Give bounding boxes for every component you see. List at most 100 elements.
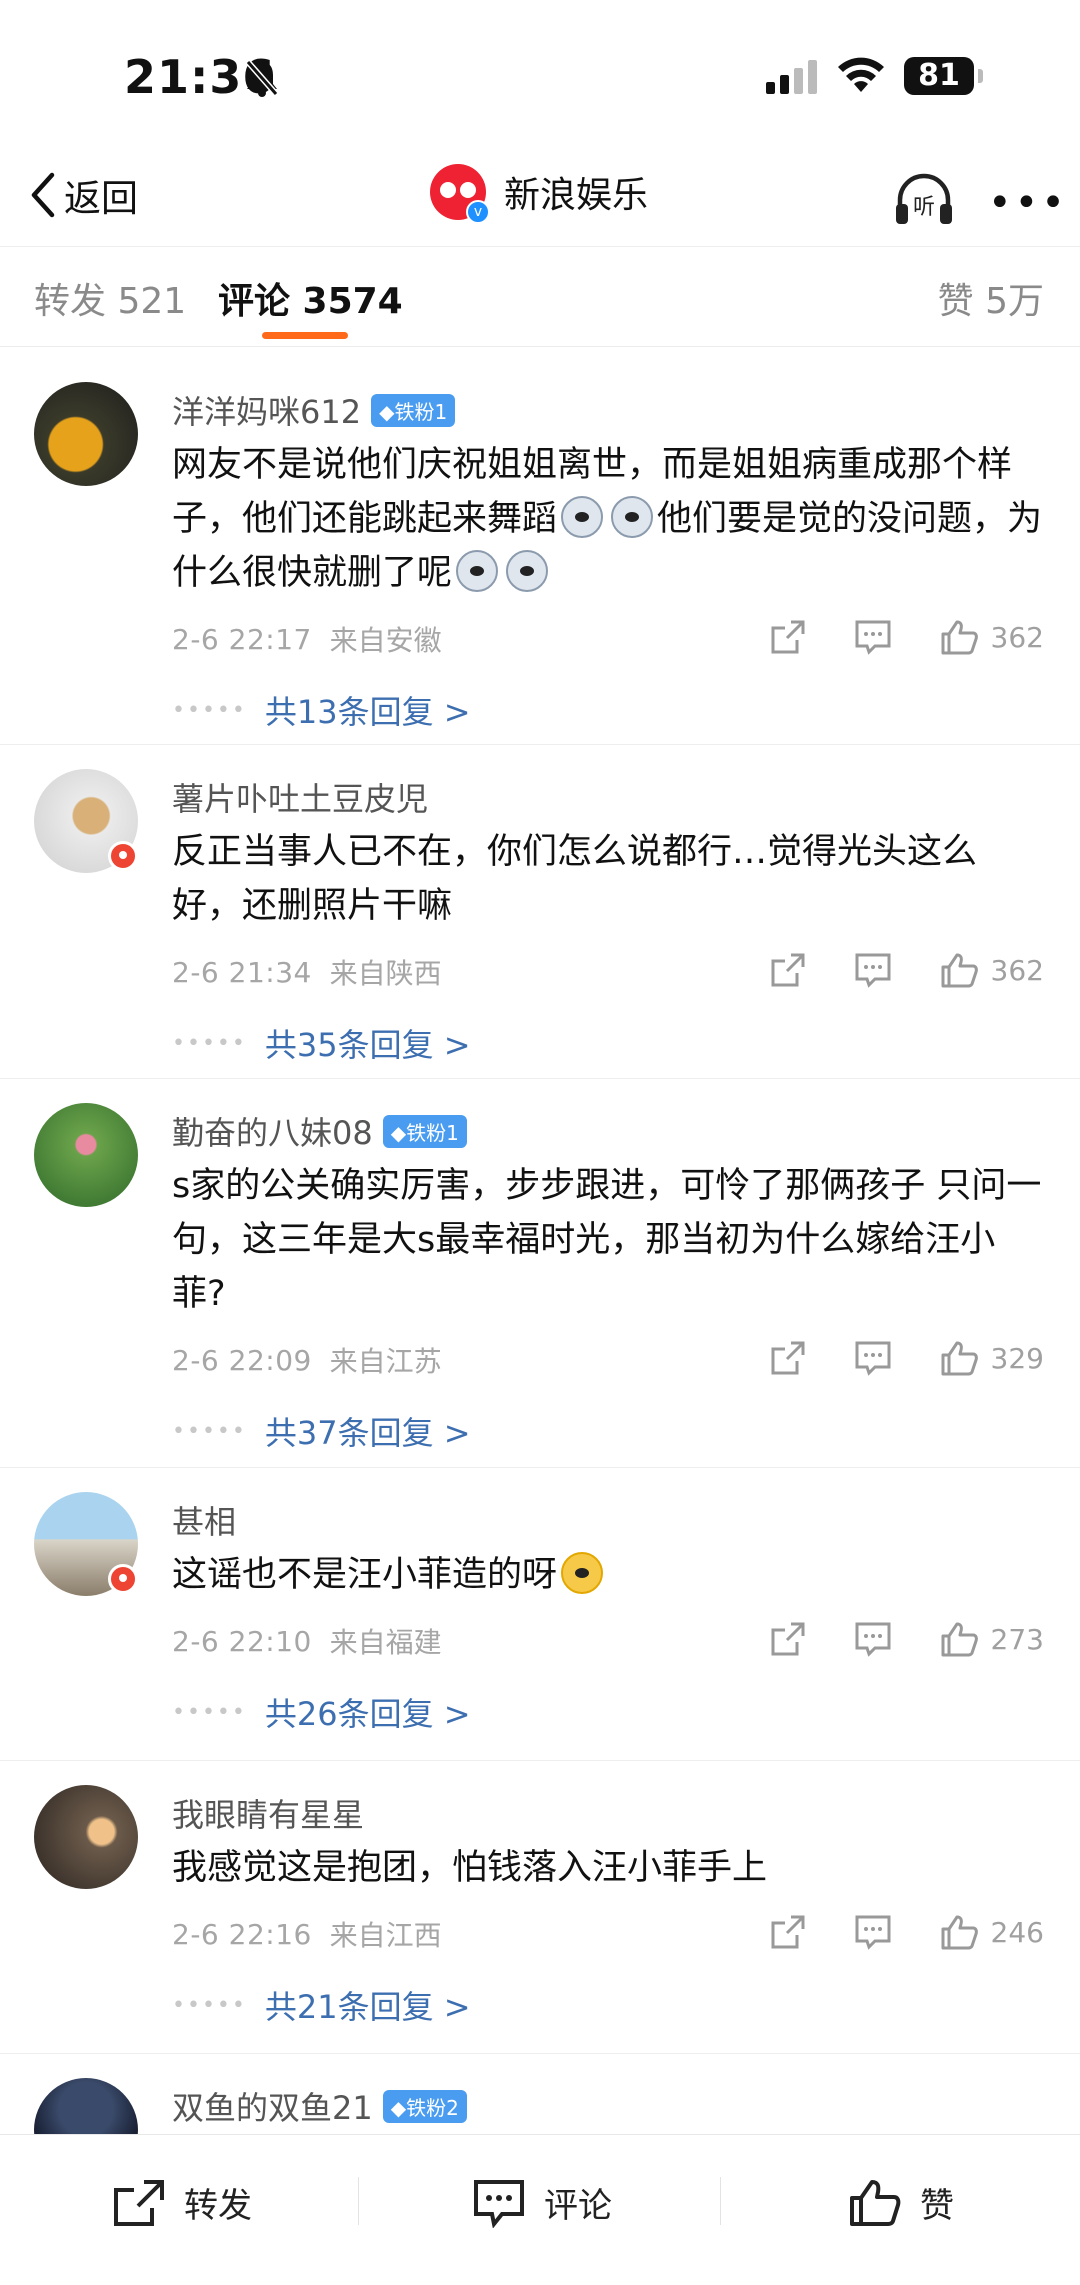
more-options-button[interactable]: ••• — [988, 180, 1068, 226]
status-bar: 21:36 81 — [0, 0, 1080, 150]
comment-icon — [474, 2179, 524, 2228]
like-button[interactable]: 246 — [939, 1913, 1044, 1951]
reply-icon[interactable] — [853, 951, 893, 989]
comment-text: 这谣也不是汪小菲造的呀 — [172, 1548, 1044, 1602]
thumb-up-icon — [941, 953, 978, 988]
comment-location: 来自江西 — [329, 1919, 442, 1952]
divider — [720, 2177, 721, 2225]
fan-badge: ◆铁粉1 — [382, 1114, 467, 1148]
wifi-icon — [838, 57, 884, 92]
tab-bar: 转发 521 评论 3574 赞 5万 — [0, 246, 1080, 347]
account-header[interactable]: v 新浪娱乐 — [430, 164, 649, 224]
share-icon[interactable] — [769, 951, 807, 989]
comment-item: 洋洋妈咪612 ◆铁粉1 网友不是说他们庆祝姐姐离世，而是姐姐病重成那个样子，他们… — [0, 358, 1080, 745]
thumb-up-icon — [850, 2179, 901, 2226]
share-icon[interactable] — [769, 1339, 807, 1377]
username[interactable]: 双鱼的双鱼21 — [172, 2083, 373, 2129]
username[interactable]: 薯片卟吐土豆皮児 — [172, 774, 428, 820]
like-button[interactable]: 362 — [939, 618, 1044, 656]
username[interactable]: 勤奋的八妹08 — [172, 1108, 373, 1154]
view-replies-link[interactable]: ••••• 共35条回复 > — [172, 1007, 1044, 1079]
listen-headphone-icon[interactable]: 听 — [892, 170, 956, 226]
fan-badge: ◆铁粉2 — [382, 2089, 467, 2123]
comment-time: 2-6 21:34 — [172, 955, 312, 989]
comment-meta: 2-6 22:17 来自安徽 362 — [172, 604, 1044, 674]
avatar[interactable] — [34, 1103, 138, 1207]
back-button[interactable]: 返回 — [28, 168, 138, 222]
comment-meta: 2-6 22:16 来自江西 246 — [172, 1899, 1044, 1969]
comment-meta: 2-6 21:34 来自陕西 362 — [172, 937, 1044, 1007]
view-replies-link[interactable]: ••••• 共21条回复 > — [172, 1969, 1044, 2041]
tab-active-indicator — [262, 332, 348, 339]
account-name: 新浪娱乐 — [504, 175, 649, 216]
reply-icon[interactable] — [853, 1913, 893, 1951]
comment-time: 2-6 22:16 — [172, 1917, 312, 1951]
comment-text: s家的公关确实厉害，步步跟进，可怜了那俩孩子 只问一句，这三年是大s最幸福时光，… — [172, 1166, 1042, 1314]
thumb-up-icon — [941, 1341, 978, 1376]
share-icon[interactable] — [769, 618, 807, 656]
view-replies-link[interactable]: ••••• 共26条回复 > — [172, 1676, 1044, 1748]
share-icon[interactable] — [769, 1913, 807, 1951]
comment-time: 2-6 22:10 — [172, 1624, 312, 1658]
thumb-up-icon — [941, 1622, 978, 1657]
comment-list: 洋洋妈咪612 ◆铁粉1 网友不是说他们庆祝姐姐离世，而是姐姐病重成那个样子，他们… — [0, 358, 1080, 2182]
like-count: 273 — [990, 1622, 1044, 1656]
like-count: 362 — [990, 620, 1044, 654]
comment-text: 网友不是说他们庆祝姐姐离世，而是姐姐病重成那个样子，他们还能跳起来舞蹈 他们要是觉… — [172, 445, 1043, 593]
avatar[interactable] — [34, 1785, 138, 1889]
battery-indicator: 81 — [904, 57, 974, 95]
like-count: 329 — [990, 1341, 1044, 1375]
comment-label: 评论 — [544, 2186, 612, 2226]
comment-button[interactable]: 评论 — [472, 2135, 612, 2270]
like-count: 362 — [990, 953, 1044, 987]
signal-icon — [766, 60, 817, 94]
laugh-emoji-icon — [561, 1552, 604, 1594]
share-icon[interactable] — [769, 1620, 807, 1658]
reply-icon[interactable] — [853, 1620, 893, 1658]
view-replies-link[interactable]: ••••• 共13条回复 > — [172, 674, 1044, 746]
nav-bar: 返回 v 新浪娱乐 听 ••• — [0, 150, 1080, 247]
username[interactable]: 甚相 — [172, 1497, 236, 1543]
like-count: 246 — [990, 1915, 1044, 1949]
like-button[interactable]: 273 — [939, 1620, 1044, 1658]
like-label: 赞 — [920, 2186, 954, 2226]
comment-item: 甚相 这谣也不是汪小菲造的呀 2-6 22:10 来自福建 273 ••••• 共… — [0, 1468, 1080, 1761]
avatar[interactable] — [34, 382, 138, 486]
tab-like[interactable]: 赞 5万 — [938, 272, 1044, 324]
comment-location: 来自福建 — [329, 1626, 442, 1659]
tab-comment[interactable]: 评论 3574 — [218, 272, 403, 324]
comment-item: 薯片卟吐土豆皮児 反正当事人已不在，你们怎么说都行…觉得光头这么好，还删照片干嘛… — [0, 745, 1080, 1079]
comment-location: 来自江苏 — [329, 1345, 442, 1378]
fan-badge: ◆铁粉1 — [371, 393, 456, 427]
tab-repost[interactable]: 转发 521 — [34, 272, 186, 324]
like-post-button[interactable]: 赞 — [848, 2135, 954, 2270]
thumb-up-icon — [941, 620, 978, 655]
repost-label: 转发 — [184, 2186, 252, 2226]
comment-location: 来自安徽 — [329, 624, 442, 657]
username[interactable]: 洋洋妈咪612 — [172, 387, 361, 433]
comment-item: 勤奋的八妹08 ◆铁粉1 s家的公关确实厉害，步步跟进，可怜了那俩孩子 只问一句，… — [0, 1079, 1080, 1468]
reply-icon[interactable] — [853, 618, 893, 656]
vip-badge-icon — [108, 841, 138, 871]
username[interactable]: 我眼睛有星星 — [172, 1790, 364, 1836]
bottom-action-bar: 转发 评论 赞 — [0, 2134, 1080, 2285]
reply-icon[interactable] — [853, 1339, 893, 1377]
svg-text:听: 听 — [913, 195, 935, 220]
emoji-icon — [456, 550, 499, 592]
comment-meta: 2-6 22:09 来自江苏 329 — [172, 1325, 1044, 1395]
comment-text: 反正当事人已不在，你们怎么说都行…觉得光头这么好，还删照片干嘛 — [172, 832, 978, 926]
like-button[interactable]: 362 — [939, 951, 1044, 989]
share-icon — [114, 2179, 164, 2226]
silent-bell-icon — [245, 60, 279, 97]
comment-text: 我感觉这是抱团，怕钱落入汪小菲手上 — [172, 1848, 768, 1888]
emoji-icon — [611, 496, 654, 538]
like-button[interactable]: 329 — [939, 1339, 1044, 1377]
thumb-up-icon — [941, 1915, 978, 1950]
emoji-icon — [506, 550, 549, 592]
comment-item: 我眼睛有星星 我感觉这是抱团，怕钱落入汪小菲手上 2-6 22:16 来自江西 … — [0, 1761, 1080, 2054]
back-label: 返回 — [64, 177, 138, 220]
repost-button[interactable]: 转发 — [112, 2135, 252, 2270]
verified-icon: v — [466, 200, 490, 224]
view-replies-link[interactable]: ••••• 共37条回复 > — [172, 1395, 1044, 1467]
comment-time: 2-6 22:17 — [172, 622, 312, 656]
